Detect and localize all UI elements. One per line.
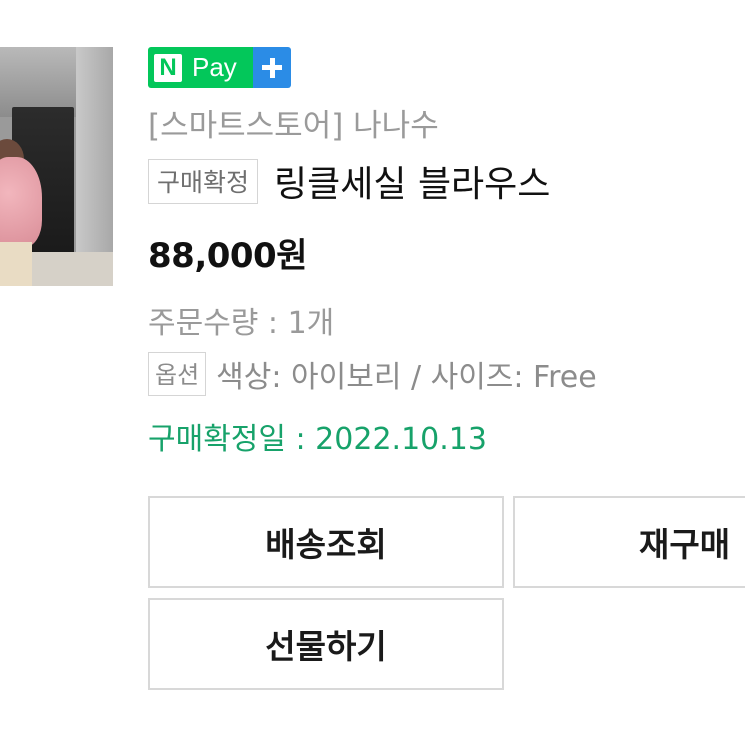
purchase-confirm-date: 구매확정일 : 2022.10.13 <box>148 422 487 457</box>
option-row: 옵션 색상: 아이보리 / 사이즈: Free <box>148 352 597 396</box>
thumbnail-wall <box>76 47 113 286</box>
naver-pay-plus-badge: N Pay <box>148 47 291 88</box>
plus-icon <box>253 47 291 88</box>
product-price: 88,000원 <box>148 236 307 276</box>
purchase-confirmed-badge: 구매확정 <box>148 158 259 204</box>
product-title-row: 구매확정 링클세실 블라우스 <box>148 155 550 207</box>
naver-n-logo: N <box>148 47 188 88</box>
product-thumbnail[interactable] <box>0 47 113 286</box>
store-name[interactable]: [스마트스토어] 나나수 <box>148 100 439 145</box>
send-gift-button[interactable]: 선물하기 <box>148 598 504 690</box>
option-text: 색상: 아이보리 / 사이즈: Free <box>216 360 597 395</box>
thumbnail-model-skirt <box>0 242 32 286</box>
naver-n-icon: N <box>154 53 182 82</box>
rebuy-button[interactable]: 재구매 <box>513 496 745 588</box>
option-badge: 옵션 <box>148 352 207 396</box>
pay-label: Pay <box>188 47 253 88</box>
track-delivery-button[interactable]: 배송조회 <box>148 496 504 588</box>
product-name[interactable]: 링클세실 블라우스 <box>274 155 550 207</box>
order-quantity: 주문수량 : 1개 <box>148 306 335 341</box>
thumbnail-model-blouse <box>0 157 42 247</box>
